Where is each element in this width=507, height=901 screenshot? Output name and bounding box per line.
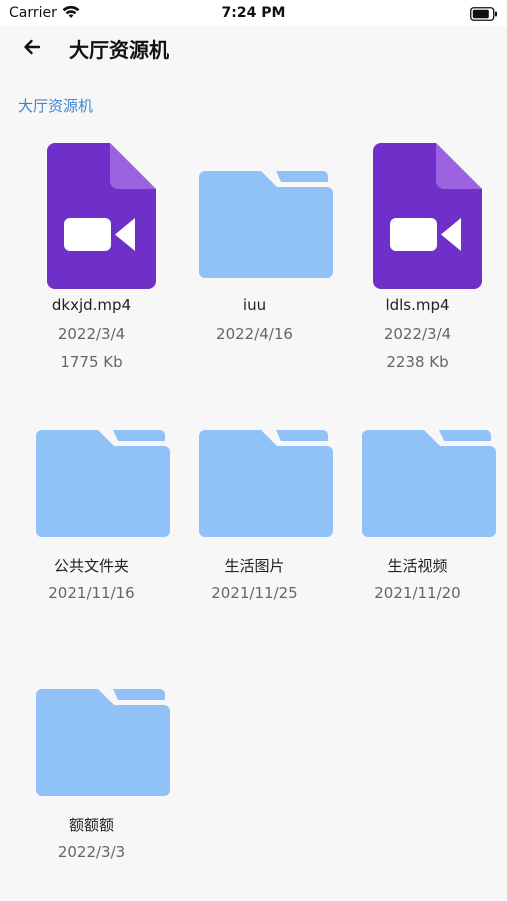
clock: 7:24 PM: [221, 5, 286, 21]
video-file-item[interactable]: ldls.mp4 2022/3/4 2238 Kb: [336, 143, 499, 383]
item-date: 2022/3/4: [57, 325, 126, 343]
item-date: 2021/11/16: [48, 584, 135, 602]
navigation-bar: 大厅资源机: [0, 26, 507, 70]
folder-item[interactable]: 生活视频 2021/11/20: [336, 402, 499, 642]
folder-icon: [336, 402, 499, 552]
item-date: 2022/3/3: [57, 843, 126, 861]
item-name: 生活视频: [387, 557, 448, 575]
item-name: 公共文件夹: [53, 557, 129, 575]
battery-icon: [470, 6, 498, 25]
item-date: 2022/4/16: [216, 325, 293, 343]
item-date: 2021/11/25: [211, 584, 298, 602]
folder-item[interactable]: 额额额 2022/3/3: [10, 661, 173, 901]
item-name: 额额额: [68, 816, 114, 834]
folder-icon: [10, 661, 173, 811]
folder-icon: [173, 143, 336, 293]
item-name: iuu: [242, 296, 267, 314]
item-name: dkxjd.mp4: [51, 296, 132, 314]
video-file-item[interactable]: dkxjd.mp4 2022/3/4 1775 Kb: [10, 143, 173, 383]
folder-icon: [173, 402, 336, 552]
status-bar: Carrier 7:24 PM: [0, 0, 507, 26]
breadcrumb-current[interactable]: 大厅资源机: [18, 95, 93, 116]
item-size: 2238 Kb: [386, 353, 449, 371]
item-name: 生活图片: [224, 557, 285, 575]
item-date: 2021/11/20: [374, 584, 461, 602]
video-file-icon: [10, 143, 173, 293]
folder-icon: [10, 402, 173, 552]
back-arrow-icon[interactable]: [20, 34, 46, 60]
folder-item[interactable]: 公共文件夹 2021/11/16: [10, 402, 173, 642]
item-date: 2022/3/4: [383, 325, 452, 343]
item-size: 1775 Kb: [60, 353, 123, 371]
item-name: ldls.mp4: [385, 296, 450, 314]
video-file-icon: [336, 143, 499, 293]
folder-item[interactable]: iuu 2022/4/16: [173, 143, 336, 383]
folder-item[interactable]: 生活图片 2021/11/25: [173, 402, 336, 642]
page-title: 大厅资源机: [69, 38, 169, 62]
